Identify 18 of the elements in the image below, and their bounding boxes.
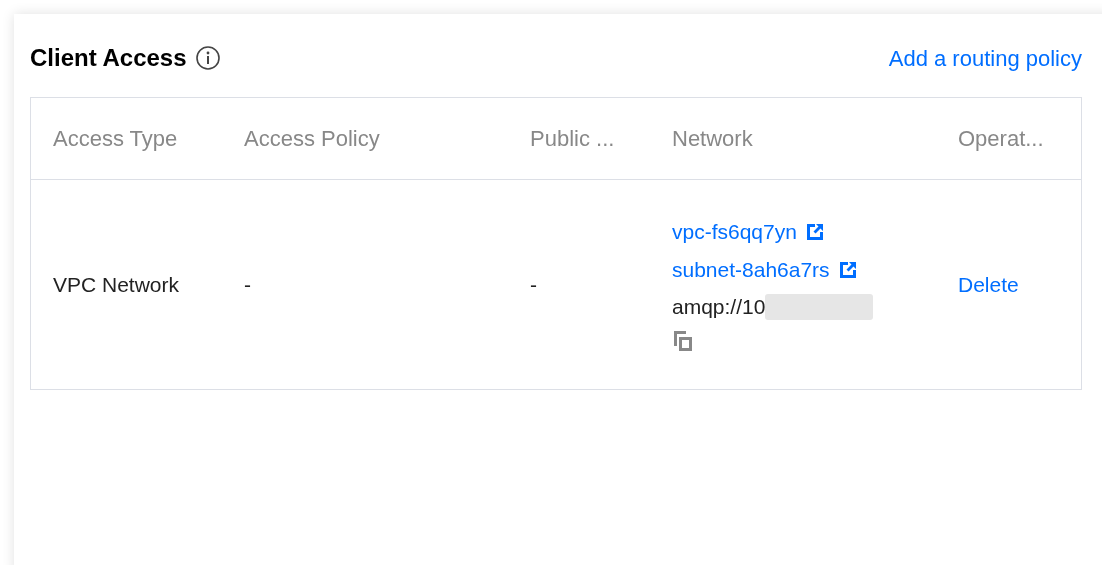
external-link-icon[interactable]	[804, 222, 825, 242]
column-header: Network	[671, 125, 754, 153]
column-header: Access Type	[52, 125, 179, 153]
column-header: Public ...	[529, 125, 616, 153]
external-link-icon[interactable]	[837, 259, 858, 280]
column-header: Access Policy	[243, 125, 381, 153]
add-routing-policy-link[interactable]: Add a routing policy	[888, 41, 1082, 75]
section-title: Client Access	[30, 43, 187, 73]
delete-link[interactable]: Delete	[958, 268, 1081, 301]
network-link[interactable]: subnet-8ah6a7rs	[672, 253, 830, 286]
address-text: amqp://10	[672, 294, 766, 321]
copy-icon[interactable]	[672, 328, 694, 353]
info-icon[interactable]	[194, 45, 221, 71]
table-cell-text: -	[243, 271, 252, 298]
table-cell-text: VPC Network	[52, 271, 181, 298]
column-header: Operat...	[957, 125, 1045, 153]
table-cell-text: -	[529, 271, 538, 298]
network-link[interactable]: vpc-fs6qq7yn	[672, 216, 797, 248]
